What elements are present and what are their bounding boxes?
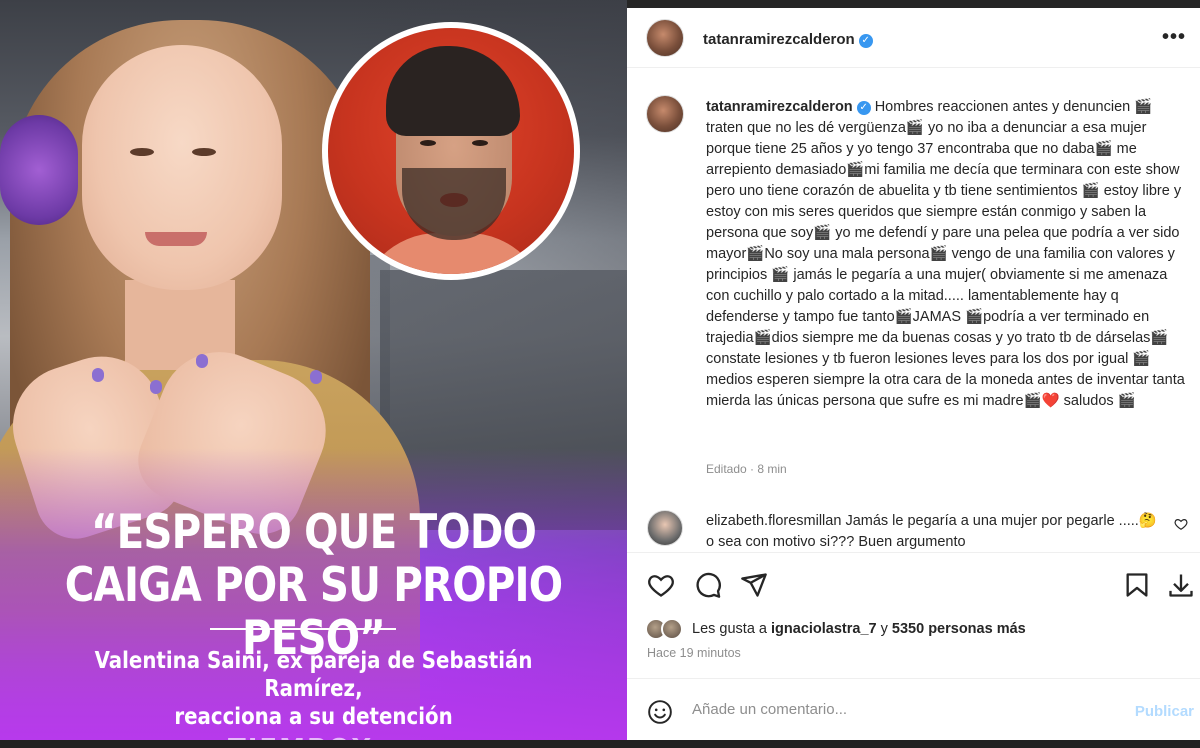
download-icon[interactable] xyxy=(1167,571,1195,599)
likes-count[interactable]: 5350 personas más xyxy=(892,621,1026,637)
woman-mouth xyxy=(145,232,207,246)
circle-inset-photo xyxy=(322,22,580,280)
post-caption: tatanramirezcalderon ✓ Hombres reaccionen… xyxy=(706,97,1186,412)
commenter-avatar[interactable] xyxy=(647,510,683,546)
post-header: tatanramirezcalderon ✓ ••• xyxy=(627,8,1200,68)
post-image: “ESPERO QUE TODO CAIGA POR SU PROPIO PES… xyxy=(0,0,627,748)
edited-timestamp: Editado · 8 min xyxy=(706,462,787,476)
post-time: Hace 19 minutos xyxy=(647,646,741,660)
author-avatar[interactable] xyxy=(646,19,684,57)
comment-like-icon[interactable] xyxy=(1174,517,1188,531)
emoji-icon[interactable] xyxy=(647,699,673,725)
bottom-strip xyxy=(0,740,1200,748)
painted-nail xyxy=(310,370,322,384)
likes-text: Les gusta a ignaciolastra_7 y 5350 perso… xyxy=(692,621,1026,637)
likes-connector: y xyxy=(880,621,888,637)
share-icon[interactable] xyxy=(740,571,768,599)
hair-flower xyxy=(0,115,78,225)
liker-username[interactable]: ignaciolastra_7 xyxy=(771,621,877,637)
post-panel: tatanramirezcalderon ✓ ••• tatanramirezca… xyxy=(627,0,1200,748)
verified-icon: ✓ xyxy=(858,34,873,48)
author-username[interactable]: tatanramirezcalderon ✓ xyxy=(703,31,873,48)
caption-username[interactable]: tatanramirezcalderon xyxy=(706,99,853,115)
comment-input[interactable] xyxy=(692,701,1112,718)
man-eye xyxy=(472,140,488,146)
painted-nail xyxy=(92,368,104,382)
caption-section: tatanramirezcalderon ✓ Hombres reaccionen… xyxy=(627,69,1200,509)
top-strip xyxy=(627,0,1200,8)
man-hair xyxy=(386,46,520,136)
publish-button[interactable]: Publicar xyxy=(1135,703,1194,720)
image-subline-2: reacciona a su detención xyxy=(174,704,453,730)
action-bar xyxy=(627,552,1200,612)
caption-avatar[interactable] xyxy=(646,95,684,133)
painted-nail xyxy=(150,380,162,394)
image-subline: Valentina Saini, ex pareja de Sebastián … xyxy=(44,647,583,731)
painted-nail xyxy=(196,354,208,368)
add-comment-bar: Publicar xyxy=(627,678,1200,748)
man-mouth xyxy=(440,193,468,207)
more-icon[interactable]: ••• xyxy=(1162,26,1186,49)
caption-text: Hombres reaccionen antes y denuncien 🎬 t… xyxy=(706,99,1185,409)
headline-divider xyxy=(210,628,396,630)
comment-row: elizabeth.floresmillan Jamás le pegaría … xyxy=(627,505,1200,550)
man-eye xyxy=(420,140,436,146)
inset-red-background xyxy=(328,28,574,274)
image-headline: “ESPERO QUE TODO CAIGA POR SU PROPIO PES… xyxy=(64,505,563,666)
comment-icon[interactable] xyxy=(694,571,722,599)
save-bookmark-icon[interactable] xyxy=(1123,571,1151,599)
image-subline-1: Valentina Saini, ex pareja de Sebastián … xyxy=(94,648,533,702)
like-heart-icon[interactable] xyxy=(647,571,675,599)
commenter-username[interactable]: elizabeth.floresmillan xyxy=(706,513,841,529)
woman-face xyxy=(82,45,282,290)
comment-body: elizabeth.floresmillan Jamás le pegaría … xyxy=(706,511,1166,550)
verified-icon: ✓ xyxy=(856,101,871,115)
author-username-text[interactable]: tatanramirezcalderon xyxy=(703,31,855,48)
liker-avatar xyxy=(661,618,683,640)
likes-prefix: Les gusta a xyxy=(692,621,767,637)
woman-eye xyxy=(192,148,216,156)
woman-eye xyxy=(130,148,154,156)
